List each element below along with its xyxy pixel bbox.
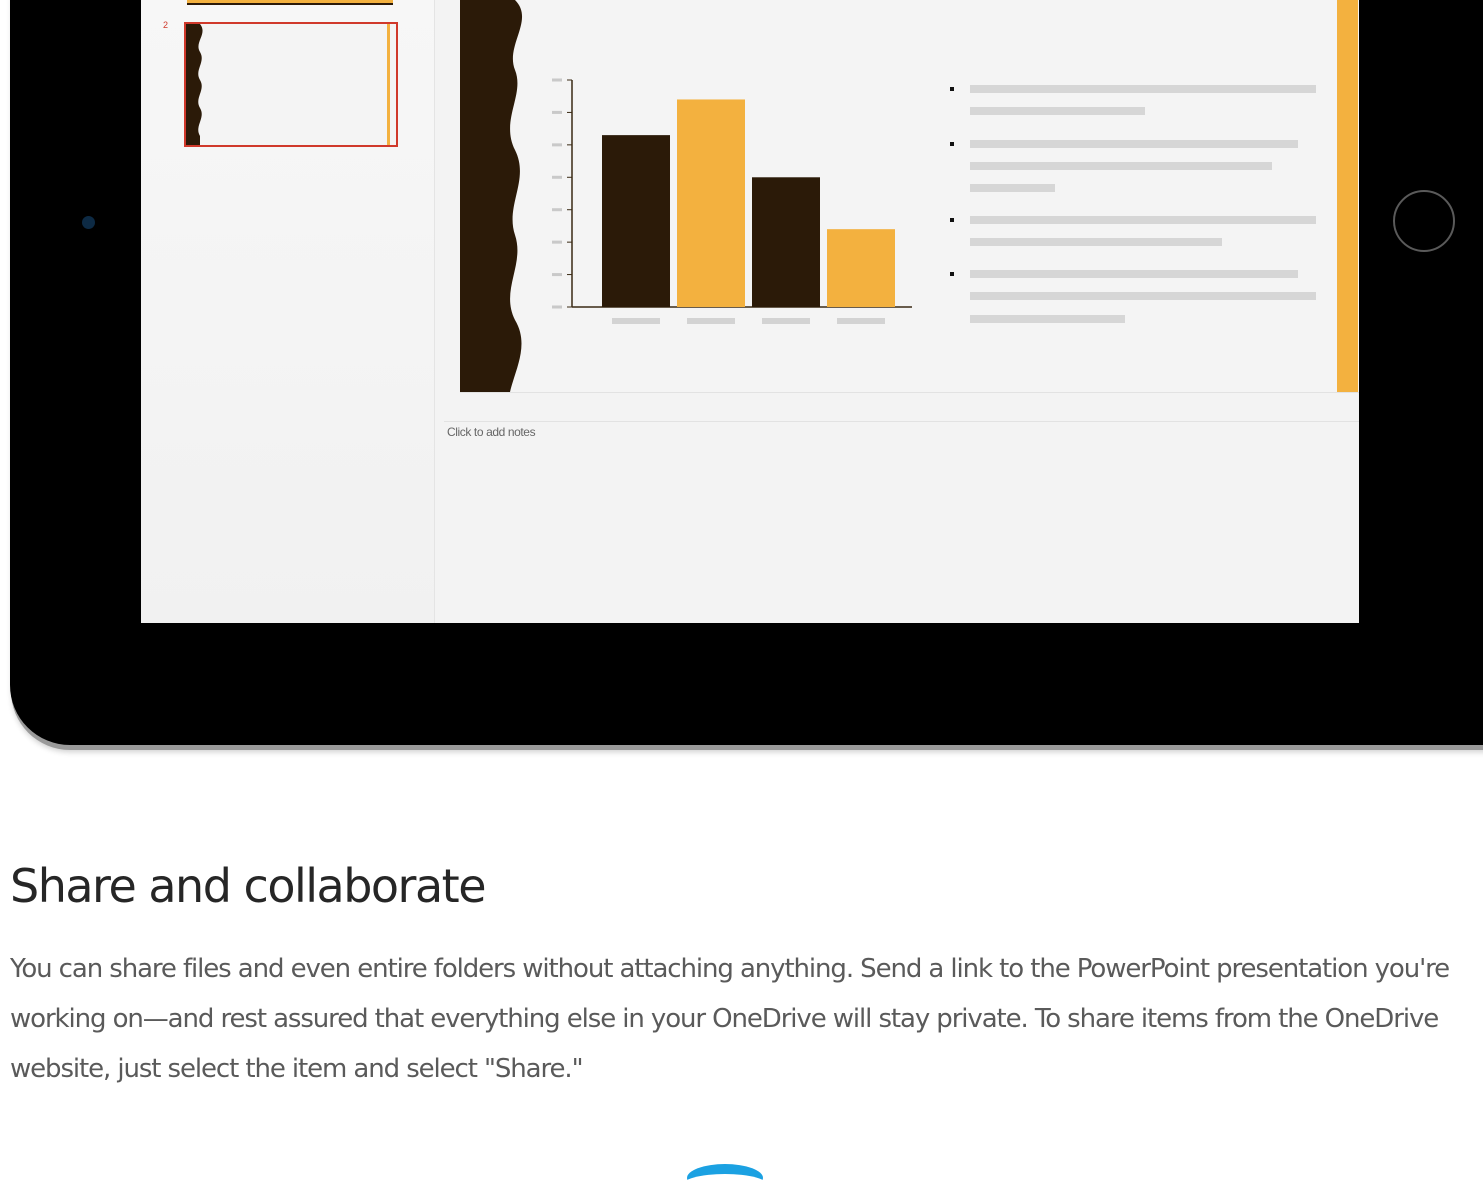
text-placeholder-line — [970, 184, 1055, 192]
bar — [602, 135, 670, 307]
y-tick-label — [552, 240, 562, 244]
text-placeholder-line — [970, 107, 1145, 115]
y-tick-label — [552, 175, 562, 179]
text-placeholder-line — [970, 238, 1222, 246]
slide-thumbnail-selected[interactable] — [184, 22, 398, 147]
powerpoint-screen: 2 Click to add notes — [141, 0, 1359, 623]
onedrive-cloud-icon — [684, 1164, 766, 1190]
text-placeholder-line — [970, 216, 1316, 224]
bullet-dot — [950, 218, 954, 222]
y-tick-label — [552, 110, 562, 114]
text-placeholder-line — [970, 270, 1298, 278]
slide-thumbnail-number: 2 — [163, 20, 169, 30]
y-tick-label — [552, 305, 562, 309]
bar — [677, 99, 745, 307]
section-body: You can share files and even entire fold… — [10, 954, 1450, 1084]
slide-canvas[interactable] — [460, 0, 1359, 393]
y-tick-label — [552, 208, 562, 212]
y-tick-label — [552, 273, 562, 277]
bullet-dot — [950, 272, 954, 276]
text-placeholder-line — [970, 85, 1316, 93]
front-camera-icon — [82, 216, 95, 229]
y-tick-label — [552, 78, 562, 82]
x-tick-label — [762, 318, 810, 324]
bar — [827, 229, 895, 307]
tablet-device: 2 Click to add notes — [10, 0, 1483, 745]
section-title: Share and collaborate — [10, 859, 487, 913]
thumbnail-accent-bar — [387, 24, 390, 145]
slide-accent-bar — [1337, 0, 1358, 392]
bullet-list — [950, 80, 1330, 340]
notes-area[interactable] — [444, 422, 1359, 623]
x-tick-label — [837, 318, 885, 324]
bullet-dot — [950, 142, 954, 146]
bar — [752, 177, 820, 307]
text-placeholder-line — [970, 140, 1298, 148]
bullet-dot — [950, 87, 954, 91]
bar-chart — [552, 78, 912, 324]
y-tick-label — [552, 143, 562, 147]
slide-thumbnail-pane[interactable]: 2 — [141, 0, 435, 623]
text-placeholder-line — [970, 292, 1316, 300]
slide-wave-decoration — [460, 0, 523, 392]
slide-thumbnail-previous[interactable] — [187, 0, 393, 5]
notes-placeholder[interactable]: Click to add notes — [447, 425, 536, 439]
text-placeholder-line — [970, 315, 1125, 323]
thumbnail-wave-decoration — [186, 24, 203, 145]
x-tick-label — [687, 318, 735, 324]
x-tick-label — [612, 318, 660, 324]
home-button-icon[interactable] — [1393, 190, 1455, 252]
text-placeholder-line — [970, 162, 1272, 170]
